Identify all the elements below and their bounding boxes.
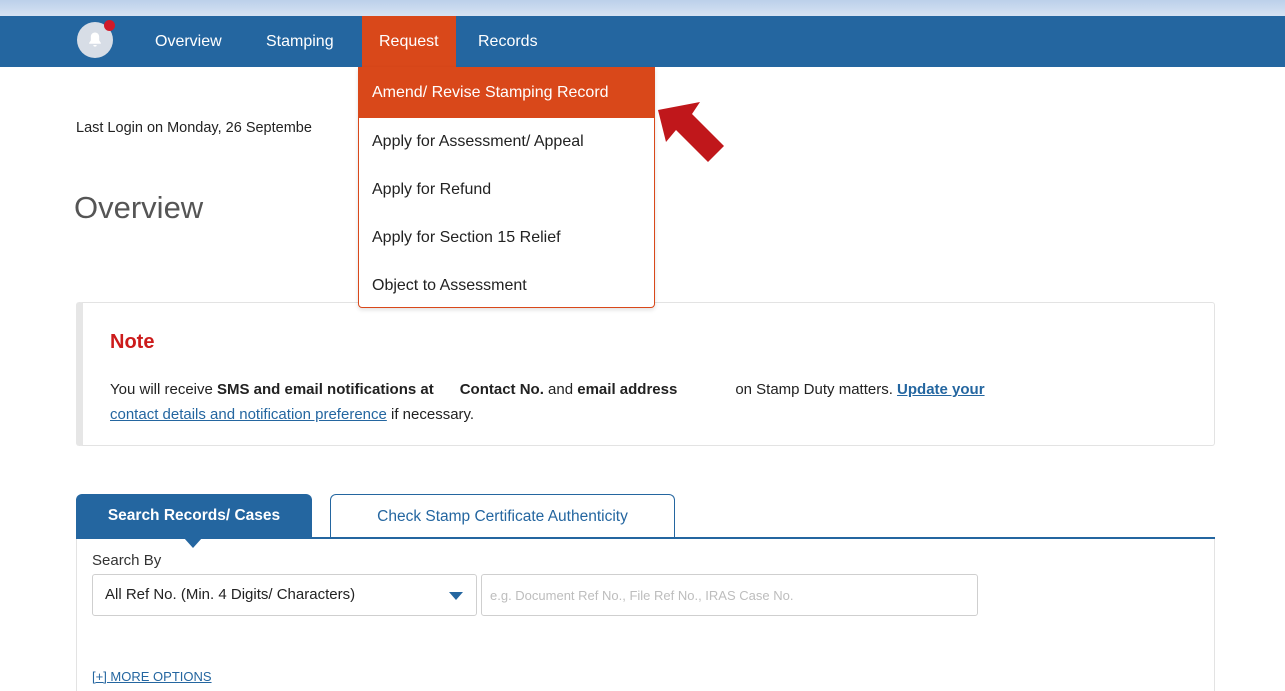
note-box: Note You will receive SMS and email noti… xyxy=(76,302,1215,446)
note-title: Note xyxy=(110,331,155,353)
note-bold-sms: SMS and email notifications at xyxy=(217,381,434,398)
caret-down-icon xyxy=(449,592,463,600)
nav-request[interactable]: Request xyxy=(362,16,456,67)
update-contact-link[interactable]: Update your xyxy=(897,381,985,398)
top-navbar: Overview Stamping Request Records xyxy=(0,16,1285,67)
menu-item-refund[interactable]: Apply for Refund xyxy=(359,166,654,214)
note-bold-email: email address xyxy=(577,381,678,398)
more-options-link[interactable]: [+] MORE OPTIONS xyxy=(92,669,212,684)
update-contact-link-cont[interactable]: contact details and notification prefere… xyxy=(110,406,387,423)
note-text-part: and xyxy=(543,381,578,398)
menu-item-assessment-appeal[interactable]: Apply for Assessment/ Appeal xyxy=(359,118,654,166)
nav-stamping[interactable]: Stamping xyxy=(249,16,351,67)
nav-overview[interactable]: Overview xyxy=(138,16,239,67)
top-strip xyxy=(0,0,1285,16)
note-text: You will receive SMS and email notificat… xyxy=(110,377,1190,427)
tab-check-certificate[interactable]: Check Stamp Certificate Authenticity xyxy=(330,494,675,538)
last-login-text: Last Login on Monday, 26 Septembe xyxy=(76,120,312,136)
nav-records[interactable]: Records xyxy=(461,16,555,67)
menu-item-section-15-relief[interactable]: Apply for Section 15 Relief xyxy=(359,214,654,262)
search-input[interactable] xyxy=(481,574,978,616)
menu-item-amend-revise[interactable]: Amend/ Revise Stamping Record xyxy=(359,68,654,118)
request-dropdown-menu: Amend/ Revise Stamping Record Apply for … xyxy=(358,67,655,308)
tab-search-records[interactable]: Search Records/ Cases xyxy=(76,494,312,538)
page-title: Overview xyxy=(74,190,204,225)
menu-item-object-assessment[interactable]: Object to Assessment xyxy=(359,262,654,310)
pointer-arrow-icon xyxy=(658,102,724,162)
note-text-part: on Stamp Duty matters. xyxy=(735,381,898,398)
note-text-part: You will receive xyxy=(110,381,217,398)
notification-dot xyxy=(104,20,115,31)
search-by-selected: All Ref No. (Min. 4 Digits/ Characters) xyxy=(105,586,356,603)
search-by-select[interactable]: All Ref No. (Min. 4 Digits/ Characters) xyxy=(92,574,477,616)
note-bold-contact: Contact No. xyxy=(459,381,544,398)
search-by-label: Search By xyxy=(92,552,162,569)
note-text-part: if necessary. xyxy=(386,406,475,423)
